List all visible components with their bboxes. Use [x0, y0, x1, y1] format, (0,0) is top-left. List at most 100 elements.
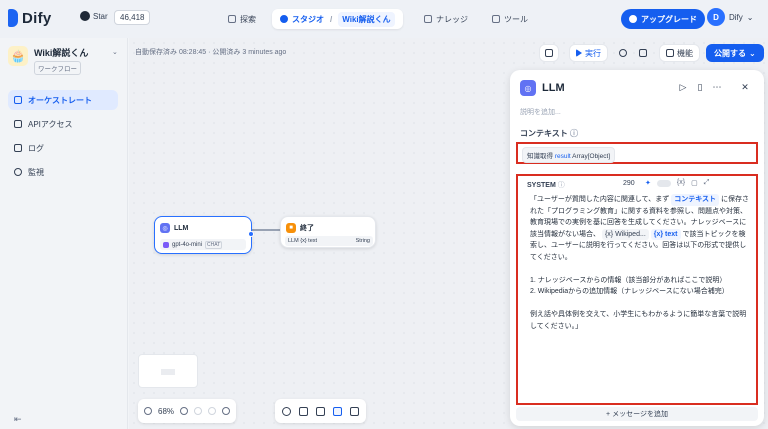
github-star-label: Star: [93, 11, 108, 21]
zoom-out-icon[interactable]: [144, 407, 152, 415]
end-node[interactable]: ■ 終了 LLM {x} text String: [280, 216, 376, 248]
sidebar-item-label: APIアクセス: [28, 119, 73, 129]
upgrade-button[interactable]: アップグレード: [621, 9, 705, 29]
close-icon[interactable]: ✕: [740, 82, 750, 92]
nav-studio[interactable]: スタジオ / Wiki解説くん: [272, 9, 403, 29]
app-name: Wiki解説くん: [34, 48, 89, 58]
model-provider-icon: [163, 241, 169, 248]
system-prompt-editor[interactable]: SYSTEM ⓘ 290 ✦ {x} ▢ ⤢ 「ユーザーが質問した内容に関連して…: [516, 174, 758, 405]
version-history-icon[interactable]: [222, 407, 231, 415]
pointer-icon[interactable]: [316, 406, 325, 416]
end-node-header: ■ 終了: [286, 223, 314, 233]
nav-studio-label: スタジオ: [292, 14, 324, 24]
add-message-button[interactable]: + メッセージを追加: [516, 407, 758, 421]
minimap-node: [161, 369, 175, 375]
orchestrate-icon: [14, 96, 22, 104]
user-menu[interactable]: D Dify ⌄: [707, 8, 753, 26]
history-icon: [619, 49, 627, 57]
end-icon: ■: [286, 223, 296, 233]
features-label: 機能: [677, 48, 693, 58]
help-doc-icon[interactable]: ▯: [695, 82, 705, 92]
more-options-icon[interactable]: ⋯: [712, 82, 722, 92]
llm-node-header: ◎ LLM: [160, 223, 188, 233]
terminal-icon: [14, 120, 22, 128]
run-label: 実行: [585, 48, 601, 58]
logo-text: Dify: [22, 9, 52, 27]
dify-logo[interactable]: Dify: [8, 9, 52, 27]
variable-tag: {x} text: [650, 228, 681, 240]
app-card[interactable]: 🧁 Wiki解説くん ワークフロー: [8, 46, 88, 75]
variable-tag: {x} Wikiped...: [601, 228, 649, 240]
top-navigation-bar: Dify Star 46,418 探索 スタジオ / Wiki解説くん ナレッジ…: [0, 0, 768, 38]
upgrade-icon: [629, 15, 637, 23]
dify-logo-mark-icon: [8, 9, 18, 27]
app-type-badge: ワークフロー: [34, 61, 81, 75]
end-output-variable: LLM {x} text String: [285, 236, 373, 246]
sidebar-item-orchestrate[interactable]: オーケストレート: [8, 90, 118, 110]
panel-header: ◎ LLM: [520, 80, 565, 96]
context-tag: コンテキスト: [671, 194, 720, 206]
add-note-icon[interactable]: [299, 406, 308, 416]
jinja-toggle[interactable]: [656, 180, 671, 187]
minimap[interactable]: [138, 354, 198, 388]
prompt-generator-icon[interactable]: ✦: [645, 179, 651, 187]
avatar: D: [707, 8, 725, 26]
insert-variable-icon[interactable]: {x}: [677, 179, 685, 187]
help-circle-icon[interactable]: ⓘ: [570, 129, 578, 138]
context-var-type: Array[Object]: [572, 153, 611, 160]
hand-icon[interactable]: [333, 406, 342, 416]
prompt-text: 「ユーザーが質問した内容に関連して、まず: [530, 196, 670, 203]
context-tag-label: コンテキスト: [674, 196, 717, 203]
nav-knowledge[interactable]: ナレッジ: [418, 9, 474, 29]
chevron-down-icon: ⌄: [749, 48, 756, 58]
autosave-status: 自動保存済み 08:28:45 · 公開済み 3 minutes ago: [135, 49, 287, 56]
zoom-in-icon[interactable]: [180, 407, 189, 415]
features-button[interactable]: 機能: [659, 44, 700, 62]
file-list-icon: [14, 144, 22, 152]
app-sidebar: 🧁 Wiki解説くん ワークフロー ⌄ オーケストレート APIアクセス ログ …: [0, 38, 128, 429]
publish-button[interactable]: 公開する ⌄: [706, 44, 764, 62]
wrench-icon: [492, 15, 500, 23]
system-prompt-label: SYSTEM ⓘ: [527, 180, 565, 190]
gauge-icon: [14, 168, 22, 176]
run-button[interactable]: 実行: [569, 44, 608, 62]
env-variables-button[interactable]: [539, 44, 559, 62]
book-icon: [424, 15, 432, 23]
expand-icon[interactable]: ⤢: [704, 179, 710, 187]
nav-explore[interactable]: 探索: [222, 9, 262, 29]
sidebar-item-monitoring[interactable]: 監視: [8, 162, 118, 182]
checklist-button[interactable]: [634, 44, 652, 62]
current-app-selector[interactable]: Wiki解説くん: [338, 11, 395, 27]
model-mode-badge: CHAT: [205, 240, 223, 249]
redo-icon[interactable]: [208, 407, 217, 415]
add-node-icon[interactable]: [282, 406, 291, 416]
end-node-title: 終了: [300, 225, 314, 232]
help-circle-icon[interactable]: ⓘ: [558, 182, 565, 189]
panel-title[interactable]: LLM: [542, 82, 565, 94]
system-prompt-text[interactable]: 「ユーザーが質問した内容に関連して、まず コンテキスト に保存された「プログラミ…: [530, 194, 750, 332]
studio-icon: [280, 15, 288, 23]
run-node-icon[interactable]: ▷: [678, 82, 688, 92]
context-variable-selector[interactable]: 知識取得 result Array[Object]: [516, 142, 758, 164]
sidebar-item-logs[interactable]: ログ: [8, 138, 118, 158]
llm-node-title: LLM: [174, 224, 189, 232]
chevron-down-icon[interactable]: ⌄: [112, 48, 118, 56]
run-history-button[interactable]: [614, 44, 632, 62]
zoom-level[interactable]: 68%: [158, 407, 174, 416]
prompt-editor-tools: ✦ {x} ▢ ⤢: [645, 179, 709, 187]
github-star-button[interactable]: Star: [80, 11, 108, 21]
copy-icon[interactable]: ▢: [691, 179, 698, 187]
undo-icon[interactable]: [194, 407, 203, 415]
organize-layout-icon[interactable]: [350, 406, 359, 416]
collapse-sidebar-icon[interactable]: ⇤: [14, 414, 22, 425]
context-var-name: result: [554, 153, 571, 160]
chevron-down-icon: ⌄: [746, 12, 754, 22]
llm-node[interactable]: ◎ LLM gpt-4o-mini CHAT: [154, 216, 254, 254]
description-input[interactable]: 説明を追加...: [520, 107, 561, 117]
node-output-handle[interactable]: [248, 231, 254, 237]
sidebar-item-api-access[interactable]: APIアクセス: [8, 114, 118, 134]
context-variable-chip[interactable]: 知識取得 result Array[Object]: [522, 147, 616, 163]
features-icon: [666, 49, 674, 57]
nav-tools[interactable]: ツール: [486, 9, 534, 29]
nav-tools-label: ツール: [504, 14, 528, 24]
